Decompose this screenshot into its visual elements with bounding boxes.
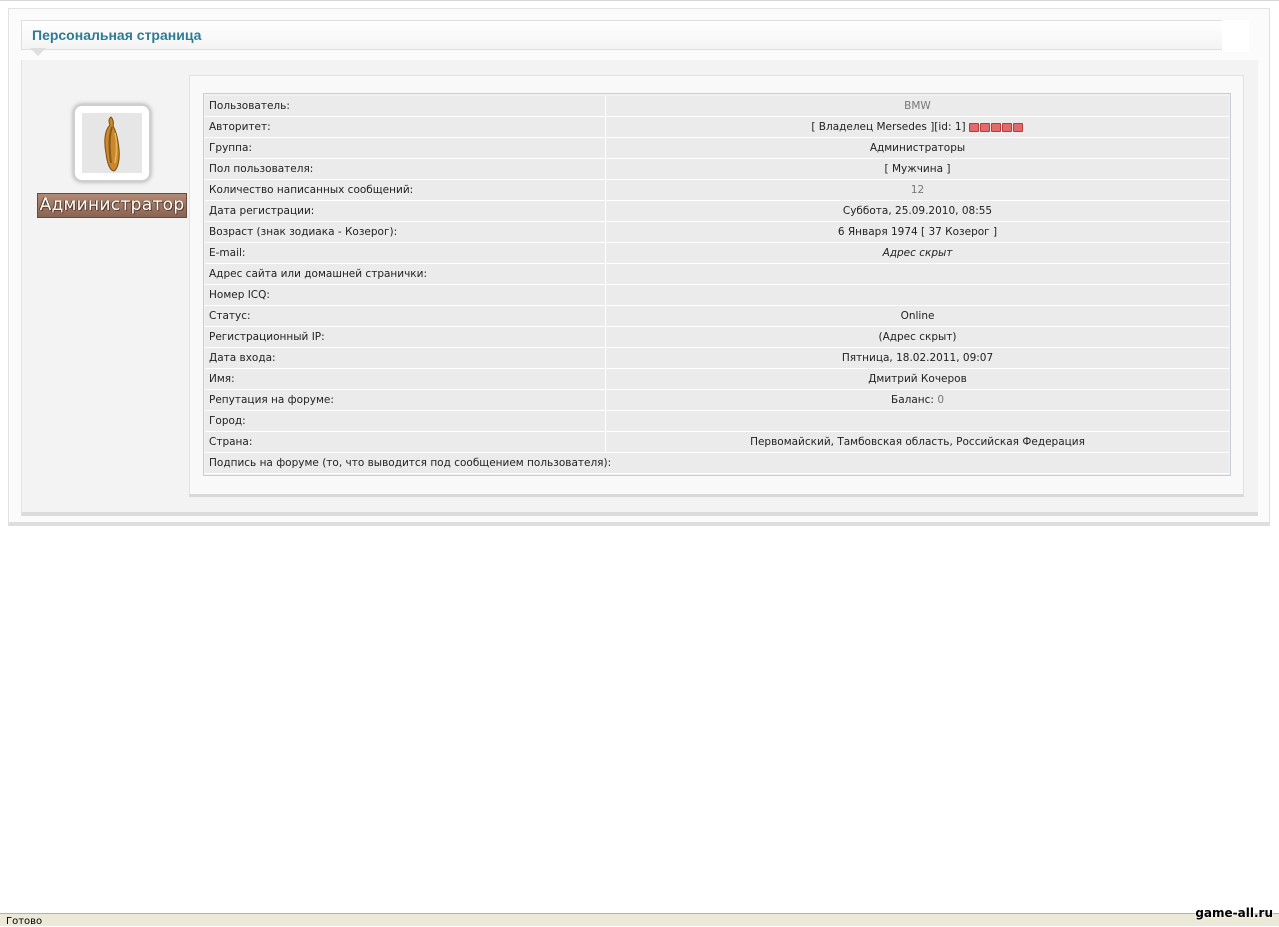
value-text: (Адрес скрыт) bbox=[878, 331, 957, 343]
field-value: Адрес скрыт bbox=[605, 242, 1229, 264]
field-label: Пользователь: bbox=[205, 96, 606, 117]
field-value: Суббота, 25.09.2010, 08:55 bbox=[605, 200, 1229, 222]
table-row: Авторитет: [ Владелец Mersedes ][id: 1] bbox=[205, 116, 1229, 138]
field-label: Подпись на форуме (то, что выводится под… bbox=[205, 452, 1229, 474]
field-value: (Адрес скрыт) bbox=[605, 326, 1229, 348]
table-row: Группа: Администраторы bbox=[205, 137, 1229, 159]
field-value: Дмитрий Кочеров bbox=[605, 368, 1229, 390]
field-value: Баланс: 0 bbox=[605, 389, 1229, 411]
field-value bbox=[605, 410, 1229, 432]
field-value: BMW bbox=[605, 96, 1229, 117]
rating-star-icon bbox=[1001, 122, 1012, 132]
field-label: Номер ICQ: bbox=[205, 284, 606, 306]
value-text: Первомайский, Тамбовская область, Россий… bbox=[750, 436, 1085, 448]
header-pointer bbox=[30, 48, 46, 56]
value-text: [ Мужчина ] bbox=[884, 163, 951, 175]
field-label: Группа: bbox=[205, 137, 606, 159]
page-header: Персональная страница bbox=[21, 20, 1248, 50]
table-row: E-mail: Адрес скрыт bbox=[205, 242, 1229, 264]
field-value: Online bbox=[605, 305, 1229, 327]
table-row: Статус: Online bbox=[205, 305, 1229, 327]
field-value: [ Мужчина ] bbox=[605, 158, 1229, 180]
table-row: Номер ICQ: bbox=[205, 284, 1229, 306]
table-row: Репутация на форуме: Баланс: 0 bbox=[205, 389, 1229, 411]
top-divider bbox=[0, 0, 1279, 1]
value-text: Дмитрий Кочеров bbox=[868, 373, 967, 385]
table-row: Адрес сайта или домашней странички: bbox=[205, 263, 1229, 285]
header-end-cap bbox=[1222, 20, 1249, 52]
field-label: E-mail: bbox=[205, 242, 606, 264]
value-text: Пятница, 18.02.2011, 09:07 bbox=[841, 352, 994, 364]
value-text: Администраторы bbox=[869, 142, 966, 154]
field-label: Страна: bbox=[205, 431, 606, 453]
field-label: Пол пользователя: bbox=[205, 158, 606, 180]
table-row: Возраст (знак зодиака - Козерог): 6 Январ… bbox=[205, 221, 1229, 243]
authority-rating bbox=[968, 121, 1024, 133]
field-value bbox=[605, 263, 1229, 285]
field-value: [ Владелец Mersedes ][id: 1] bbox=[605, 116, 1229, 138]
table-row: Подпись на форуме (то, что выводится под… bbox=[205, 452, 1229, 474]
field-label: Дата входа: bbox=[205, 347, 606, 369]
value-text: Суббота, 25.09.2010, 08:55 bbox=[842, 205, 993, 217]
field-label: Авторитет: bbox=[205, 116, 606, 138]
field-label: Статус: bbox=[205, 305, 606, 327]
avatar-image bbox=[82, 113, 142, 173]
field-label: Дата регистрации: bbox=[205, 200, 606, 222]
field-value: 12 bbox=[605, 179, 1229, 201]
field-label: Репутация на форуме: bbox=[205, 389, 606, 411]
field-label: Город: bbox=[205, 410, 606, 432]
field-value: 6 Января 1974 [ 37 Козерог ] bbox=[605, 221, 1229, 243]
field-label: Регистрационный IP: bbox=[205, 326, 606, 348]
field-value bbox=[605, 284, 1229, 306]
table-row: Дата входа: Пятница, 18.02.2011, 09:07 bbox=[205, 347, 1229, 369]
value-text: Online bbox=[900, 310, 935, 322]
field-label: Адрес сайта или домашней странички: bbox=[205, 263, 606, 285]
value-text: [ Владелец Mersedes ][id: 1] bbox=[811, 121, 966, 133]
field-label: Количество написанных сообщений: bbox=[205, 179, 606, 201]
value-prefix: Баланс: bbox=[891, 394, 934, 406]
table-row: Количество написанных сообщений: 12 bbox=[205, 179, 1229, 201]
field-value: Администраторы bbox=[605, 137, 1229, 159]
avatar[interactable] bbox=[73, 104, 151, 182]
profile-details-table: Пользователь: BMW Авторитет: [ Владелец Mer… bbox=[203, 93, 1231, 476]
value-text: Адрес скрыт bbox=[882, 247, 953, 259]
value-text: 6 Января 1974 [ 37 Козерог ] bbox=[837, 226, 998, 238]
status-text: Готово bbox=[6, 916, 43, 927]
table-row: Пол пользователя: [ Мужчина ] bbox=[205, 158, 1229, 180]
value-text[interactable]: 12 bbox=[911, 184, 924, 196]
field-label: Возраст (знак зодиака - Козерог): bbox=[205, 221, 606, 243]
reputation-balance[interactable]: 0 bbox=[937, 394, 944, 406]
rating-star-icon bbox=[1012, 122, 1023, 132]
value-text[interactable]: BMW bbox=[904, 100, 931, 112]
field-label: Имя: bbox=[205, 368, 606, 390]
watermark: game-all.ru bbox=[1195, 906, 1273, 920]
rating-star-icon bbox=[968, 122, 979, 132]
rating-star-icon bbox=[990, 122, 1001, 132]
table-row: Регистрационный IP: (Адрес скрыт) bbox=[205, 326, 1229, 348]
table-row: Дата регистрации: Суббота, 25.09.2010, 08… bbox=[205, 200, 1229, 222]
table-row: Имя: Дмитрий Кочеров bbox=[205, 368, 1229, 390]
rating-star-icon bbox=[979, 122, 990, 132]
rank-badge: Администратор bbox=[37, 193, 187, 218]
browser-status-bar: Готово bbox=[0, 913, 1279, 927]
table-row: Страна: Первомайский, Тамбовская область,… bbox=[205, 431, 1229, 453]
table-row: Город: bbox=[205, 410, 1229, 432]
field-value: Первомайский, Тамбовская область, Россий… bbox=[605, 431, 1229, 453]
table-row: Пользователь: BMW bbox=[205, 96, 1229, 117]
field-value: Пятница, 18.02.2011, 09:07 bbox=[605, 347, 1229, 369]
page-title: Персональная страница bbox=[32, 27, 202, 43]
